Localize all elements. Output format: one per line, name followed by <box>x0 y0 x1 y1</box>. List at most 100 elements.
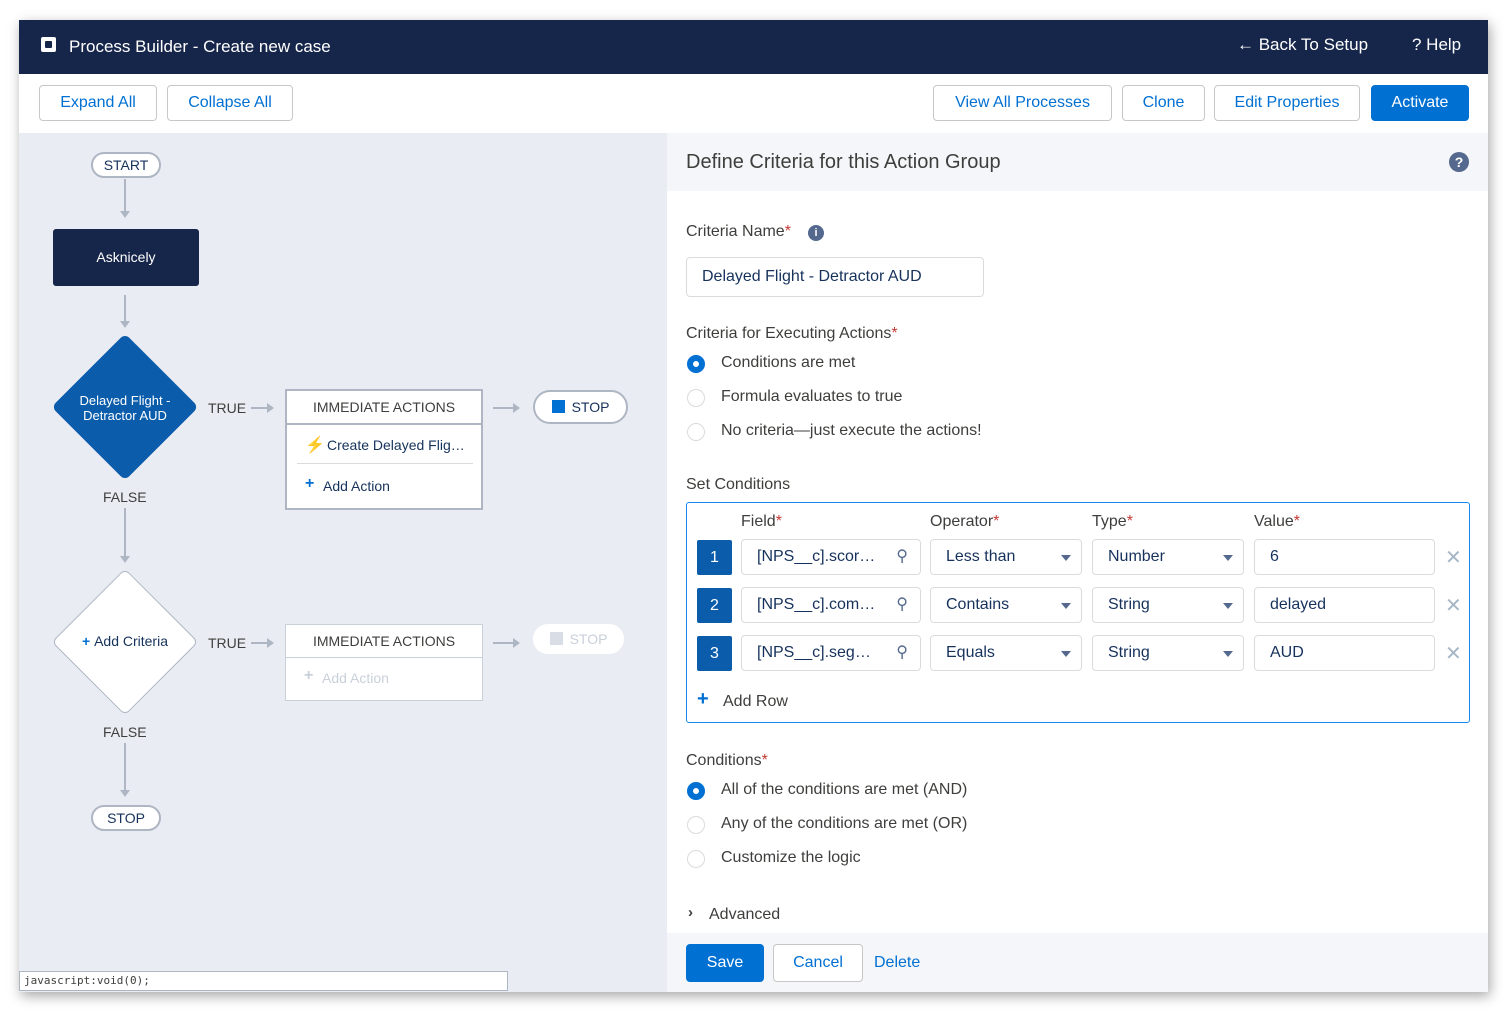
end-stop-node: STOP <box>91 805 161 831</box>
stop-node-disabled: STOP <box>533 624 624 654</box>
executing-label: Criteria for Executing Actions* <box>686 325 898 343</box>
option-all-conditions[interactable]: All of the conditions are met (AND) <box>721 781 967 799</box>
criteria-label: Delayed Flight - Detractor AUD <box>79 393 171 423</box>
type-select[interactable]: Number <box>1092 539 1244 575</box>
process-builder-window: Process Builder - Create new case ← Back… <box>19 20 1488 992</box>
arrow-down-icon <box>120 556 130 563</box>
chevron-down-icon <box>1061 555 1071 561</box>
delete-link[interactable]: Delete <box>874 954 920 972</box>
chevron-right-icon[interactable]: › <box>688 904 693 921</box>
plus-icon: + <box>305 475 315 492</box>
stop-label: STOP <box>571 399 610 415</box>
option-formula[interactable]: Formula evaluates to true <box>721 388 902 406</box>
required-icon: * <box>1293 513 1300 530</box>
field-picker[interactable]: [NPS__c].scor… ⚲ <box>741 539 921 575</box>
radio-any-conditions[interactable] <box>687 816 705 834</box>
option-any-conditions[interactable]: Any of the conditions are met (OR) <box>721 815 967 833</box>
radio-no-criteria[interactable] <box>687 423 705 441</box>
operator-select[interactable]: Equals <box>930 635 1082 671</box>
panel-header: Define Criteria for this Action Group ? <box>667 133 1488 191</box>
expand-all-button[interactable]: Expand All <box>39 85 157 121</box>
chevron-down-icon <box>1061 603 1071 609</box>
type-select[interactable]: String <box>1092 587 1244 623</box>
top-bar: Process Builder - Create new case ← Back… <box>19 20 1488 74</box>
process-canvas: START Asknicely Delayed Flight - Detract… <box>19 133 667 992</box>
radio-formula[interactable] <box>687 389 705 407</box>
activate-button[interactable]: Activate <box>1371 85 1469 121</box>
chevron-down-icon <box>1223 603 1233 609</box>
type-value: Number <box>1108 548 1165 565</box>
radio-conditions-met[interactable] <box>687 355 705 373</box>
add-criteria-text: Add Criteria <box>94 633 168 649</box>
add-action-link[interactable]: Add Action <box>323 478 390 494</box>
value-input[interactable]: AUD <box>1254 635 1435 671</box>
conditions-table: Field* Operator* Type* Value* 1 [NPS__c]… <box>686 502 1470 723</box>
option-no-criteria[interactable]: No criteria—just execute the actions! <box>721 422 982 440</box>
chevron-down-icon <box>1223 555 1233 561</box>
remove-row-icon[interactable]: ✕ <box>1445 593 1462 618</box>
set-conditions-label: Set Conditions <box>686 476 791 493</box>
required-icon: * <box>891 325 898 342</box>
lightning-icon: ⚡ <box>305 437 325 454</box>
connector <box>124 743 126 793</box>
stop-square-icon <box>551 400 565 413</box>
immediate-actions-header: IMMEDIATE ACTIONS <box>286 625 482 658</box>
radio-custom-logic[interactable] <box>687 850 705 868</box>
add-criteria-label[interactable]: + Add Criteria <box>65 633 185 649</box>
remove-row-icon[interactable]: ✕ <box>1445 641 1462 666</box>
plus-icon: + <box>697 688 709 710</box>
immediate-actions-box-empty: IMMEDIATE ACTIONS + Add Action <box>285 624 483 701</box>
start-node: START <box>91 152 161 178</box>
stop-node: STOP <box>533 390 628 424</box>
connector <box>124 179 126 213</box>
arrow-down-icon <box>120 790 130 797</box>
connector <box>493 642 513 644</box>
back-to-setup-link[interactable]: ← Back To Setup <box>1237 35 1368 55</box>
object-node[interactable]: Asknicely <box>53 229 199 286</box>
operator-select[interactable]: Less than <box>930 539 1082 575</box>
action-item[interactable]: Create Delayed Flig… <box>327 437 465 453</box>
true-label: TRUE <box>208 635 247 651</box>
value-input[interactable]: delayed <box>1254 587 1435 623</box>
clone-button[interactable]: Clone <box>1122 85 1205 121</box>
save-button[interactable]: Save <box>686 944 764 982</box>
view-all-processes-button[interactable]: View All Processes <box>933 85 1112 121</box>
required-icon: * <box>775 513 782 530</box>
search-icon: ⚲ <box>896 548 908 565</box>
arrow-right-icon <box>513 638 520 648</box>
search-icon: ⚲ <box>896 596 908 613</box>
row-number: 2 <box>697 588 732 623</box>
chevron-down-icon <box>1061 651 1071 657</box>
edit-properties-button[interactable]: Edit Properties <box>1214 85 1360 121</box>
help-icon[interactable]: ? <box>1449 152 1469 172</box>
option-conditions-met[interactable]: Conditions are met <box>721 354 855 372</box>
operator-value: Contains <box>946 596 1010 613</box>
required-icon: * <box>784 223 791 240</box>
conditions-label: Conditions* <box>686 752 768 770</box>
advanced-toggle[interactable]: Advanced <box>709 906 780 924</box>
collapse-all-button[interactable]: Collapse All <box>167 85 293 121</box>
radio-all-conditions[interactable] <box>687 782 705 800</box>
field-picker[interactable]: [NPS__c].seg… ⚲ <box>741 635 921 671</box>
field-value: [NPS__c].com… <box>757 596 876 613</box>
criteria-name-input[interactable]: Delayed Flight - Detractor AUD <box>686 257 984 297</box>
column-type-text: Type <box>1092 513 1127 530</box>
operator-select[interactable]: Contains <box>930 587 1082 623</box>
required-icon: * <box>761 752 768 769</box>
value-input[interactable]: 6 <box>1254 539 1435 575</box>
plus-icon: + <box>304 667 314 684</box>
info-icon[interactable]: i <box>808 225 824 241</box>
type-value: String <box>1108 644 1150 661</box>
option-custom-logic[interactable]: Customize the logic <box>721 849 861 867</box>
process-builder-logo-icon <box>41 37 56 52</box>
criteria-panel: Define Criteria for this Action Group ? … <box>667 133 1488 992</box>
cancel-button[interactable]: Cancel <box>773 944 863 982</box>
remove-row-icon[interactable]: ✕ <box>1445 545 1462 570</box>
required-icon: * <box>1126 513 1133 530</box>
help-link[interactable]: ? Help <box>1412 35 1461 55</box>
field-picker[interactable]: [NPS__c].com… ⚲ <box>741 587 921 623</box>
required-icon: * <box>993 513 1000 530</box>
type-select[interactable]: String <box>1092 635 1244 671</box>
status-bar: javascript:void(0); <box>19 971 508 991</box>
add-row-button[interactable]: Add Row <box>723 693 788 711</box>
